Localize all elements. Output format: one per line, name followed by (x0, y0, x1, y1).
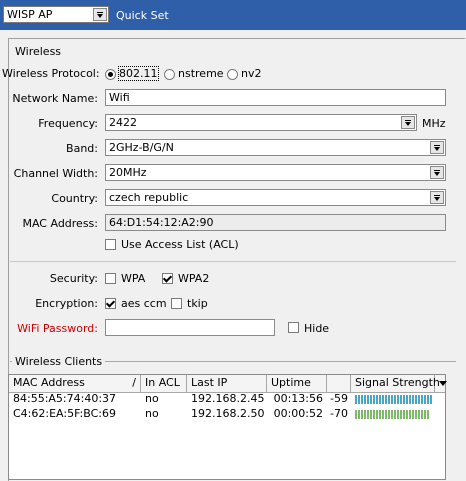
wireless-clients-table: MAC Address / In ACL Last IP Uptime Sign… (8, 374, 447, 480)
encryption-label: Encryption: (35, 297, 98, 310)
mode-select-value: WISP AP (7, 8, 53, 21)
aes-ccm-checkbox[interactable] (105, 298, 116, 309)
frequency-label: Frequency: (38, 117, 98, 130)
mode-select[interactable]: WISP AP (3, 6, 109, 23)
protocol-option-80211[interactable]: 802.11 (118, 66, 159, 81)
page-title: Quick Set (116, 9, 169, 22)
frequency-select[interactable]: 2422 (105, 114, 417, 131)
chevron-down-icon[interactable] (430, 141, 444, 154)
cell-uptime: 00:13:56 (273, 392, 323, 405)
cell-in-acl: no (145, 407, 159, 420)
cell-signal: -59 (330, 392, 348, 405)
quickset-header: WISP AP Quick Set (0, 0, 466, 30)
cell-in-acl: no (145, 392, 159, 405)
wpa2-checkbox[interactable] (162, 273, 173, 284)
chevron-down-icon[interactable] (430, 191, 444, 204)
aes-ccm-label: aes ccm (121, 297, 167, 310)
wireless-clients-section-title: Wireless Clients (12, 355, 106, 368)
protocol-radio-nstreme[interactable] (164, 69, 175, 80)
wifi-password-label: WiFi Password: (17, 322, 98, 335)
sort-icon: / (132, 376, 136, 389)
chevron-down-icon (439, 381, 447, 386)
mac-address-value: 64:D1:54:12:A2:90 (109, 216, 214, 229)
chevron-down-icon[interactable] (93, 8, 107, 21)
frequency-unit: MHz (422, 117, 446, 130)
country-select[interactable]: czech republic (105, 189, 446, 206)
hide-password-label: Hide (304, 322, 330, 335)
protocol-option-nstreme[interactable]: nstreme (178, 67, 224, 80)
protocol-radio-nv2[interactable] (227, 69, 238, 80)
column-header-uptime[interactable]: Uptime (267, 375, 327, 392)
column-menu-button[interactable] (435, 375, 447, 392)
cell-mac: C4:62:EA:5F:BC:69 (13, 407, 116, 420)
channel-width-label: Channel Width: (13, 167, 98, 180)
access-list-label: Use Access List (ACL) (121, 238, 239, 251)
cell-mac: 84:55:A5:74:40:37 (13, 392, 117, 405)
column-header-signal-strength[interactable]: Signal Strength (351, 375, 440, 392)
column-header-last-ip[interactable]: Last IP (187, 375, 267, 392)
band-select[interactable]: 2GHz-B/G/N (105, 139, 446, 156)
wifi-password-input[interactable] (105, 319, 275, 336)
protocol-radio-80211[interactable] (105, 69, 116, 80)
signal-strength-bar (355, 395, 435, 404)
band-label: Band: (66, 142, 98, 155)
table-row[interactable]: 84:55:A5:74:40:37 no 192.168.2.45 00:13:… (9, 392, 445, 407)
channel-width-value: 20MHz (109, 166, 147, 179)
table-row[interactable]: C4:62:EA:5F:BC:69 no 192.168.2.50 00:00:… (9, 407, 445, 422)
tkip-checkbox[interactable] (171, 298, 182, 309)
security-label: Security: (49, 272, 98, 285)
frequency-value: 2422 (109, 116, 137, 129)
hide-password-checkbox[interactable] (288, 322, 299, 333)
wireless-protocol-label: Wireless Protocol: (2, 67, 100, 80)
wpa2-label: WPA2 (178, 272, 210, 285)
tkip-label: tkip (187, 297, 208, 310)
wpa-label: WPA (121, 272, 146, 285)
channel-width-select[interactable]: 20MHz (105, 164, 446, 181)
column-header-signal-value[interactable] (327, 375, 351, 392)
cell-uptime: 00:00:52 (273, 407, 323, 420)
column-header-mac-label: MAC Address (13, 376, 85, 389)
mac-address-label: MAC Address: (22, 217, 98, 230)
chevron-down-icon[interactable] (401, 116, 415, 129)
wireless-section-title: Wireless (12, 45, 65, 58)
network-name-label: Network Name: (12, 92, 98, 105)
cell-last-ip: 192.168.2.45 (191, 392, 265, 405)
mac-address-field: 64:D1:54:12:A2:90 (105, 214, 446, 231)
cell-signal: -70 (330, 407, 348, 420)
column-header-in-acl[interactable]: In ACL (141, 375, 187, 392)
column-header-mac[interactable]: MAC Address / (9, 375, 141, 392)
cell-last-ip: 192.168.2.50 (191, 407, 265, 420)
network-name-input[interactable]: Wifi (105, 89, 446, 106)
signal-strength-bar (355, 410, 435, 419)
chevron-down-icon[interactable] (430, 166, 444, 179)
country-value: czech republic (109, 191, 189, 204)
wpa-checkbox[interactable] (105, 273, 116, 284)
access-list-checkbox[interactable] (105, 239, 116, 250)
network-name-value: Wifi (109, 91, 130, 104)
divider (10, 261, 456, 262)
protocol-option-nv2[interactable]: nv2 (241, 67, 261, 80)
band-value: 2GHz-B/G/N (109, 141, 174, 154)
country-label: Country: (51, 192, 98, 205)
table-header: MAC Address / In ACL Last IP Uptime Sign… (9, 375, 447, 393)
